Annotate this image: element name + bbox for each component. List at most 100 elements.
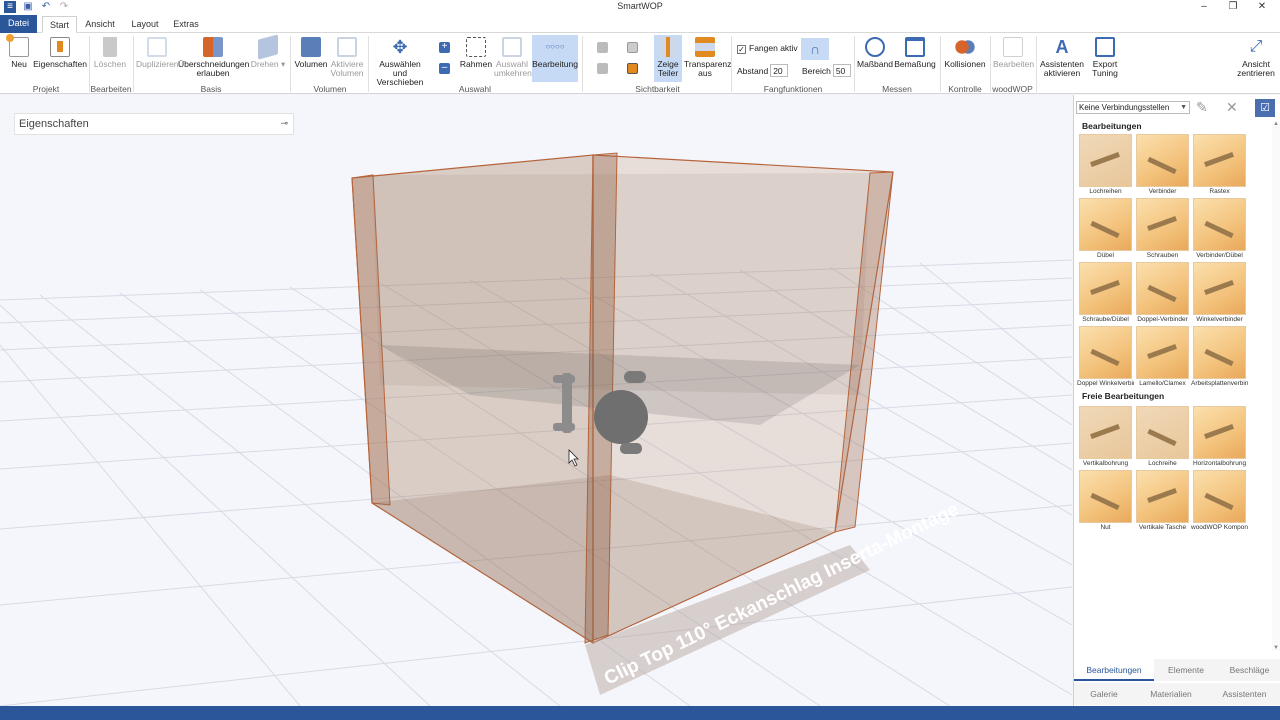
status-bar [0,706,1280,720]
rotate-button[interactable]: Drehen ▾ [250,34,286,69]
tile-label: Schraube/Dübel [1082,316,1129,323]
processing-tile[interactable]: Lamello/Clamex [1134,326,1191,387]
tab-elemente[interactable]: Elemente [1154,659,1218,681]
group-label-bearbeiten: Bearbeiten [90,84,132,94]
frame-select-button[interactable]: Rahmen [458,37,494,69]
tile-label: Vertikalbohrung [1082,460,1129,467]
processing-tile[interactable]: Vertikalbohrung [1077,406,1134,467]
trash-icon [103,37,117,57]
properties-panel[interactable]: Eigenschaften ⊸ [14,113,294,135]
transparency-off-button[interactable]: Transparenz aus [684,37,731,78]
delete-button[interactable]: Löschen [92,37,128,69]
processing-tile[interactable]: Doppel-Verbinder [1134,262,1191,323]
processing-tile[interactable]: Schraube/Dübel [1077,262,1134,323]
measuring-tape-button[interactable]: Maßband [857,37,893,69]
measuring-tape-label: Maßband [857,59,893,69]
select-move-button[interactable]: ✥ Auswählen und Verschieben [371,37,429,87]
connection-select[interactable]: Keine Verbindungsstellen ▼ [1076,101,1190,114]
scroll-down-icon[interactable]: ▼ [1272,645,1280,651]
section-title-bearbeitungen: Bearbeitungen [1082,121,1142,131]
snap-range-field[interactable]: Bereich 50 [802,64,851,77]
tab-materialien[interactable]: Materialien [1134,683,1208,705]
processing-tile[interactable]: Winkelverbinder [1191,262,1248,323]
scroll-up-icon[interactable]: ▲ [1272,121,1280,127]
properties-button[interactable]: Eigenschaften [33,37,87,69]
invert-selection-icon [502,37,522,57]
processing-tile[interactable]: Dübel [1077,198,1134,259]
processing-tile[interactable]: Lochreihe [1134,406,1191,467]
snap-distance-input[interactable]: 20 [770,64,789,77]
invert-selection-button[interactable]: Auswahl umkehren [494,37,532,78]
view-option-icon[interactable] [627,42,638,53]
processing-tile[interactable]: Rastex [1191,134,1248,195]
allow-overlap-button[interactable]: Überschneidungen erlauben [178,37,249,78]
snap-range-input[interactable]: 50 [832,64,851,77]
activate-volume-button[interactable]: Aktiviere Volumen [329,37,365,78]
dimension-button[interactable]: Bemaßung [894,37,936,69]
3d-viewport[interactable]: Clip Top 110° Eckanschlag Inserta-Montag… [0,95,1072,706]
processing-button[interactable]: ○○○○ Bearbeitung [532,35,578,82]
assistants-activate-button[interactable]: A Assistenten aktivieren [1040,37,1084,78]
processing-tile[interactable]: Vertikale Tasche [1134,470,1191,531]
woodwop-edit-button[interactable]: Bearbeiten [993,37,1035,69]
processing-tile[interactable]: Doppel Winkelverbin... [1077,326,1134,387]
chevron-down-icon: ▼ [1180,104,1187,111]
measuring-tape-icon [865,37,885,57]
tile-label: Doppel Winkelverbin... [1077,380,1134,387]
tab-layout[interactable]: Layout [127,16,163,33]
remove-selection-icon[interactable]: – [439,63,450,74]
center-view-button[interactable]: ⤢ Ansicht zentrieren [1236,37,1276,78]
processing-tile[interactable]: Verbinder [1134,134,1191,195]
checklist-icon[interactable]: ☑ [1255,99,1275,117]
duplicate-icon [147,37,167,57]
tile-label: Arbeitsplattenverbin... [1191,380,1248,387]
processing-tile[interactable]: woodWOP Kompon... [1191,470,1248,531]
tab-datei[interactable]: Datei [0,15,37,33]
tab-ansicht[interactable]: Ansicht [82,16,118,33]
tab-extras[interactable]: Extras [170,16,202,33]
tile-thumbnail-icon [1079,134,1132,187]
view-option-icon[interactable] [597,63,608,74]
export-tuning-button[interactable]: Export Tuning [1088,37,1122,78]
view-option-icon[interactable] [597,42,608,53]
processing-tile[interactable]: Horizontalbohrung [1191,406,1248,467]
group-label-kontrolle: Kontrolle [948,84,982,94]
view-option-icon[interactable] [627,63,638,74]
volume-button[interactable]: Volumen [293,37,329,69]
snap-active-checkbox[interactable]: ✓ Fangen aktiv [737,43,798,54]
transparency-icon [695,37,715,57]
pin-icon[interactable]: ⊸ [280,118,288,129]
duplicate-button[interactable]: Duplizieren [136,37,179,69]
group-label-fangfunktionen: Fangfunktionen [763,84,823,94]
close-button[interactable]: ✕ [1244,0,1280,15]
processing-tile[interactable]: Schrauben [1134,198,1191,259]
group-label-volumen: Volumen [313,84,347,94]
processing-tile[interactable]: Nut [1077,470,1134,531]
woodwop-edit-label: Bearbeiten [993,59,1035,69]
tab-bearbeitungen[interactable]: Bearbeitungen [1074,659,1154,681]
collisions-button[interactable]: Kollisionen [943,37,987,69]
processing-tile[interactable]: Arbeitsplattenverbin... [1191,326,1248,387]
wop-file-icon [1003,37,1023,57]
show-divider-button[interactable]: Zeige Teiler [654,35,682,82]
processing-tile[interactable]: Lochreihen [1077,134,1134,195]
remove-connector-icon[interactable]: ✕ [1226,99,1238,116]
separator [1036,36,1037,92]
magnet-icon[interactable]: ∩ [801,38,829,60]
panel-scrollbar[interactable]: ▲ ▼ [1272,121,1280,651]
tab-galerie[interactable]: Galerie [1074,683,1134,705]
connector-tool-icon[interactable]: ✎ [1196,99,1208,116]
center-view-icon: ⤢ [1249,38,1263,55]
snap-distance-field[interactable]: Abstand 20 [737,64,789,77]
tab-start[interactable]: Start [42,16,77,33]
add-selection-icon[interactable]: + [439,42,450,53]
export-icon [1095,37,1115,57]
tile-thumbnail-icon [1136,326,1189,379]
new-button[interactable]: Neu [6,34,32,69]
window-title: SmartWOP [617,1,663,11]
tab-assistenten[interactable]: Assistenten [1208,683,1280,705]
processing-tile[interactable]: Verbinder/Dübel [1191,198,1248,259]
collisions-label: Kollisionen [944,59,986,69]
scene-canvas[interactable]: Clip Top 110° Eckanschlag Inserta-Montag… [0,95,1072,706]
tab-beschlaege[interactable]: Beschläge [1218,659,1280,681]
